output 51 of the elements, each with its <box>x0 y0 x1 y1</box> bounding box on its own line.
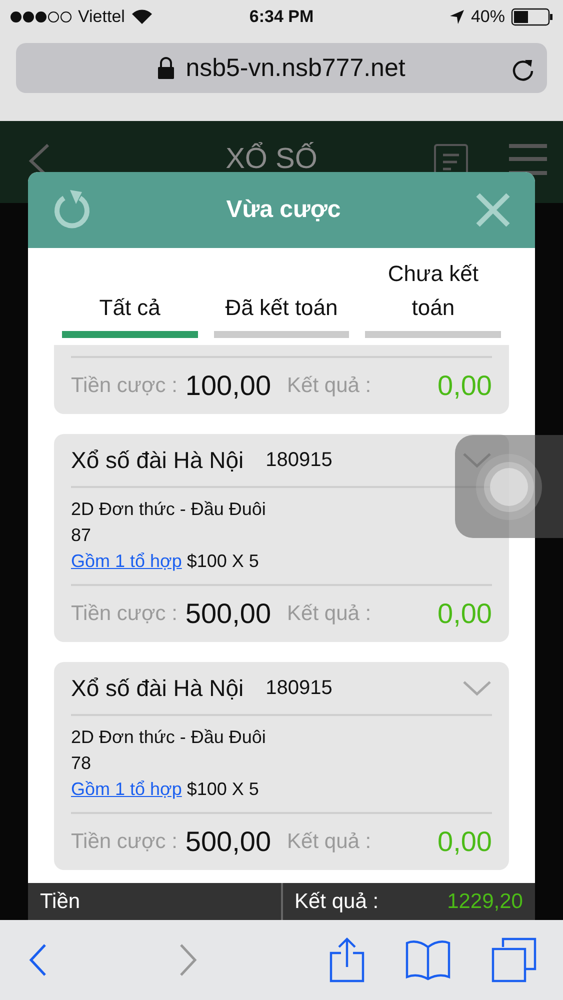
bet-amount: $100 X 5 <box>186 778 259 801</box>
filter-tab[interactable]: Chưa kết toán <box>365 258 502 338</box>
stake-amount: 500,00 <box>185 598 272 630</box>
lock-icon <box>158 57 174 79</box>
back-icon[interactable] <box>28 943 48 977</box>
forward-icon[interactable] <box>178 943 198 977</box>
battery-percent: 40% <box>470 7 505 27</box>
lottery-title: Xổ số đài Hà Nội <box>71 674 244 702</box>
draw-number: 180915 <box>266 448 334 472</box>
battery-icon <box>511 8 553 26</box>
bet-amount: $100 X 5 <box>186 550 259 573</box>
wifi-icon <box>130 9 153 25</box>
menu-icon[interactable] <box>509 143 547 177</box>
result-label: Kết quả : <box>294 890 379 914</box>
assistive-touch-button[interactable] <box>455 435 563 538</box>
address-bar[interactable]: nsb5-vn.nsb777.net <box>16 43 547 93</box>
combination-link[interactable]: Gồm 1 tổ hợp <box>71 776 182 802</box>
bet-type: 2D Đơn thức - Đầu Đuôi <box>71 726 266 749</box>
result-label: Kết quả : <box>287 374 372 398</box>
dialog-title: Vừa cược <box>226 196 341 224</box>
stake-label: Tiền cược : <box>71 374 178 398</box>
result-label: Kết quả : <box>287 830 372 854</box>
share-icon[interactable] <box>328 937 364 983</box>
draw-number: 180915 <box>266 676 334 700</box>
filter-tab[interactable]: Tất cả <box>62 258 198 338</box>
bookmarks-icon[interactable] <box>404 939 451 981</box>
result-amount: 0,00 <box>438 826 492 858</box>
stake-amount: 500,00 <box>185 826 272 858</box>
location-arrow-icon <box>448 9 465 25</box>
result-amount: 0,00 <box>438 370 492 402</box>
url-text: nsb5-vn.nsb777.net <box>186 54 406 82</box>
circle-icon <box>474 452 544 522</box>
stake-label: Tiền <box>40 890 80 914</box>
combination-link[interactable]: Gồm 1 tổ hợp <box>71 548 182 574</box>
stake-label: Tiền cược : <box>71 830 178 854</box>
result-amount: 0,00 <box>438 598 492 630</box>
filter-tab[interactable]: Đã kết toán <box>214 258 350 338</box>
result-total: 1229,20 <box>447 890 523 914</box>
stake-amount: 100,00 <box>185 370 272 402</box>
bet-numbers: 87 <box>71 524 92 547</box>
signal-icon <box>10 11 72 23</box>
carrier-name: Viettel <box>78 7 125 27</box>
tabs-icon[interactable] <box>491 937 537 983</box>
lottery-title: Xổ số đài Hà Nội <box>71 446 244 474</box>
reload-icon[interactable] <box>511 57 535 81</box>
result-label: Kết quả : <box>287 602 372 626</box>
stake-label: Tiền cược : <box>71 602 178 626</box>
bet-type: 2D Đơn thức - Đầu Đuôi <box>71 498 266 521</box>
bet-numbers: 78 <box>71 752 92 775</box>
clock-time: 6:34 PM <box>249 7 314 27</box>
page-title: XỔ SỐ <box>224 143 318 176</box>
